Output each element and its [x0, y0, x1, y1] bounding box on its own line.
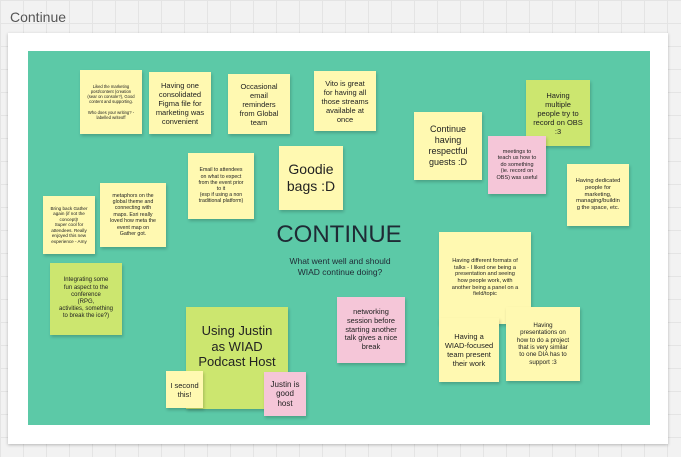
sticky-note-wiad-team[interactable]: Having a WIAD-focused team present their… — [439, 318, 499, 382]
sticky-note-text: Having multiple people try to record on … — [533, 90, 583, 136]
sticky-note-text: Vito is great for having all those strea… — [321, 78, 369, 124]
sticky-note-figma-file[interactable]: Having one consolidated Figma file for m… — [149, 72, 211, 134]
sticky-note-text: Liked the marketing post/content (creati… — [87, 84, 135, 120]
sticky-note-email-attendees[interactable]: Email to attendees on what to expect fro… — [188, 153, 254, 219]
sticky-note-gather-again[interactable]: Bring back Gather again (if not the conc… — [43, 196, 95, 254]
sticky-note-text: Using Justin as WIAD Podcast Host — [198, 323, 276, 370]
sticky-note-second-this[interactable]: I second this! — [166, 371, 203, 408]
sticky-note-fun-aspect[interactable]: Integrating some fun aspect to the confe… — [50, 263, 122, 335]
sticky-note-text: Integrating some fun aspect to the confe… — [58, 277, 114, 320]
sticky-note-goodie-bags[interactable]: Goodie bags :D — [279, 146, 343, 210]
sticky-note-vito[interactable]: Vito is great for having all those strea… — [314, 71, 376, 131]
sticky-note-text: Email to attendees on what to expect fro… — [198, 167, 244, 205]
sticky-note-metaphors[interactable]: metaphors on the global theme and connec… — [100, 183, 166, 247]
sticky-note-text: Bring back Gather again (if not the conc… — [50, 205, 88, 244]
sticky-note-respectful-guests[interactable]: Continue having respectful guests :D — [414, 112, 482, 180]
page-title: CONTINUE — [276, 221, 402, 248]
sticky-note-text: metaphors on the global theme and connec… — [110, 192, 156, 237]
sticky-note-text: Having a WIAD-focused team present their… — [444, 332, 494, 368]
sticky-note-text: Having dedicated people for marketing, m… — [575, 177, 621, 212]
sticky-note-text: Having presentations on how to do a proj… — [516, 321, 570, 366]
sticky-note-text: Justin is good host — [270, 379, 300, 408]
sticky-note-meetings-teach[interactable]: meetings to teach us how to do something… — [488, 136, 546, 194]
sticky-note-project-presentations[interactable]: Having presentations on how to do a proj… — [506, 307, 580, 381]
sticky-note-text: networking session before starting anoth… — [344, 306, 398, 352]
frame-title[interactable]: Continue — [10, 9, 66, 25]
sticky-note-text: Occasional email reminders from Global t… — [239, 81, 279, 127]
sticky-note-text: Having different formats of talks - I li… — [451, 257, 519, 298]
sticky-note-text: Continue having respectful guests :D — [428, 124, 468, 167]
sticky-note-text: Having one consolidated Figma file for m… — [155, 80, 205, 126]
sticky-note-text: meetings to teach us how to do something… — [496, 148, 538, 181]
sticky-note-dedicated-people[interactable]: Having dedicated people for marketing, m… — [567, 164, 629, 226]
sticky-note-text: I second this! — [170, 380, 199, 399]
sticky-note-networking[interactable]: networking session before starting anoth… — [337, 297, 405, 363]
sticky-note-email-reminders[interactable]: Occasional email reminders from Global t… — [228, 74, 290, 134]
sticky-note-marketing-post[interactable]: Liked the marketing post/content (creati… — [80, 70, 142, 134]
sticky-note-justin-good[interactable]: Justin is good host — [264, 372, 306, 416]
page-subtitle: What went well and should WIAD continue … — [289, 256, 391, 278]
sticky-note-text: Goodie bags :D — [286, 161, 336, 194]
